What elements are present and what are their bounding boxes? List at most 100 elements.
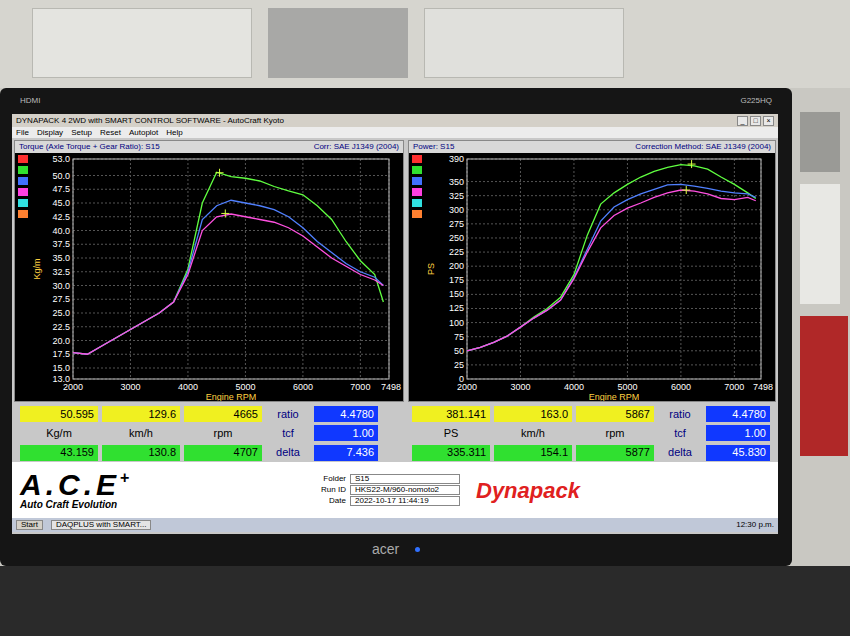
- readout-value: 43.159: [20, 445, 98, 461]
- svg-text:22.5: 22.5: [52, 322, 70, 332]
- chart-plot: 200030004000500060007000749853.050.047.5…: [31, 153, 403, 401]
- dynapack-logo: Dynapack: [476, 474, 580, 507]
- ace-logo: A.C.E+Auto Craft Evolution: [20, 470, 300, 510]
- desk: [0, 566, 850, 636]
- clock: 12:30 p.m.: [736, 521, 774, 529]
- svg-text:50.0: 50.0: [52, 171, 70, 181]
- chart-panel: Power: S15Correction Method: SAE J1349 (…: [408, 140, 776, 402]
- footer-band: A.C.E+Auto Craft EvolutionFolderS15Run I…: [12, 462, 778, 518]
- window-control[interactable]: _: [737, 116, 748, 126]
- unit-label: PS: [412, 425, 490, 441]
- param-value: 7.436: [314, 445, 378, 461]
- run-info-row: FolderS15: [316, 474, 460, 484]
- chart-plot: 2000300040005000600070007498390350325300…: [425, 153, 775, 401]
- svg-text:7498: 7498: [753, 382, 773, 392]
- svg-text:4000: 4000: [178, 382, 198, 392]
- legend-swatch[interactable]: [412, 188, 422, 196]
- readout-value: 5867: [576, 406, 654, 422]
- param-value: 1.00: [706, 425, 770, 441]
- window-title: DYNAPACK 4 2WD with SMART CONTROL SOFTWA…: [16, 117, 284, 125]
- param-value: 1.00: [314, 425, 378, 441]
- menu-item[interactable]: Reset: [100, 129, 121, 137]
- svg-text:15.0: 15.0: [52, 363, 70, 373]
- svg-text:3000: 3000: [120, 382, 140, 392]
- readout-value: 130.8: [102, 445, 180, 461]
- svg-text:20.0: 20.0: [52, 336, 70, 346]
- svg-text:37.5: 37.5: [52, 239, 70, 249]
- cursor-icon: [682, 186, 690, 194]
- taskbar-task[interactable]: DAQPLUS with SMART...: [51, 520, 152, 530]
- legend-swatch[interactable]: [18, 177, 28, 185]
- window-control[interactable]: ×: [763, 116, 774, 126]
- chart-header: Power: S15Correction Method: SAE J1349 (…: [409, 141, 775, 153]
- legend-swatch[interactable]: [412, 210, 422, 218]
- legend-swatch[interactable]: [18, 188, 28, 196]
- legend-swatch[interactable]: [18, 166, 28, 174]
- svg-text:27.5: 27.5: [52, 294, 70, 304]
- svg-text:250: 250: [449, 233, 464, 243]
- svg-text:300: 300: [449, 205, 464, 215]
- legend-swatch[interactable]: [18, 199, 28, 207]
- menu-item[interactable]: Display: [37, 129, 63, 137]
- legend-swatch[interactable]: [18, 210, 28, 218]
- svg-text:100: 100: [449, 318, 464, 328]
- legend-swatch[interactable]: [412, 166, 422, 174]
- svg-text:32.5: 32.5: [52, 267, 70, 277]
- readout-value: 335.311: [412, 445, 490, 461]
- cursor-icon: [688, 160, 696, 168]
- svg-text:PS: PS: [426, 263, 436, 275]
- svg-text:Engine RPM: Engine RPM: [589, 392, 640, 401]
- monitor-brand: acer: [372, 539, 399, 560]
- unit-label: km/h: [102, 425, 180, 441]
- monitor-input-label: HDMI: [20, 95, 40, 107]
- start-button[interactable]: Start: [16, 520, 43, 530]
- param-value: 45.830: [706, 445, 770, 461]
- window-control[interactable]: □: [750, 116, 761, 126]
- menu-item[interactable]: File: [16, 129, 29, 137]
- svg-text:7498: 7498: [381, 382, 401, 392]
- svg-text:47.5: 47.5: [52, 184, 70, 194]
- svg-text:Kg/m: Kg/m: [32, 258, 42, 279]
- svg-text:13.0: 13.0: [52, 374, 70, 384]
- legend: [15, 153, 31, 401]
- readouts: 50.595129.64665ratio4.4780Kg/mkm/hrpmtcf…: [12, 402, 778, 462]
- svg-text:275: 275: [449, 219, 464, 229]
- param-label: tcf: [266, 425, 310, 441]
- svg-text:200: 200: [449, 261, 464, 271]
- menu-item[interactable]: Help: [166, 129, 182, 137]
- svg-text:40.0: 40.0: [52, 226, 70, 236]
- room-wall: [0, 0, 850, 88]
- menu-item[interactable]: Autoplot: [129, 129, 158, 137]
- param-label: delta: [266, 445, 310, 461]
- svg-text:0: 0: [459, 374, 464, 384]
- legend-swatch[interactable]: [412, 155, 422, 163]
- unit-label: rpm: [576, 425, 654, 441]
- svg-text:53.0: 53.0: [52, 154, 70, 164]
- svg-text:125: 125: [449, 303, 464, 313]
- title-bar: DYNAPACK 4 2WD with SMART CONTROL SOFTWA…: [12, 114, 778, 127]
- svg-text:25: 25: [454, 360, 464, 370]
- menu-item[interactable]: Setup: [71, 129, 92, 137]
- legend-swatch[interactable]: [18, 155, 28, 163]
- param-label: ratio: [658, 406, 702, 422]
- svg-text:175: 175: [449, 275, 464, 285]
- svg-text:30.0: 30.0: [52, 281, 70, 291]
- scene: HDMIG225HQDYNAPACK 4 2WD with SMART CONT…: [0, 0, 850, 636]
- readout-value: 129.6: [102, 406, 180, 422]
- param-value: 4.4780: [706, 406, 770, 422]
- svg-text:50: 50: [454, 346, 464, 356]
- unit-label: Kg/m: [20, 425, 98, 441]
- svg-text:6000: 6000: [293, 382, 313, 392]
- unit-label: rpm: [184, 425, 262, 441]
- svg-text:6000: 6000: [671, 382, 691, 392]
- svg-text:325: 325: [449, 191, 464, 201]
- run-info-row: Date2022-10-17 11:44:19: [316, 496, 460, 506]
- legend-swatch[interactable]: [412, 177, 422, 185]
- readout-value: 4665: [184, 406, 262, 422]
- monitor: HDMIG225HQDYNAPACK 4 2WD with SMART CONT…: [0, 88, 792, 566]
- svg-text:4000: 4000: [564, 382, 584, 392]
- svg-text:7000: 7000: [724, 382, 744, 392]
- taskbar: Start DAQPLUS with SMART... 12:30 p.m.: [12, 518, 778, 532]
- chart-line: [73, 214, 383, 354]
- legend-swatch[interactable]: [412, 199, 422, 207]
